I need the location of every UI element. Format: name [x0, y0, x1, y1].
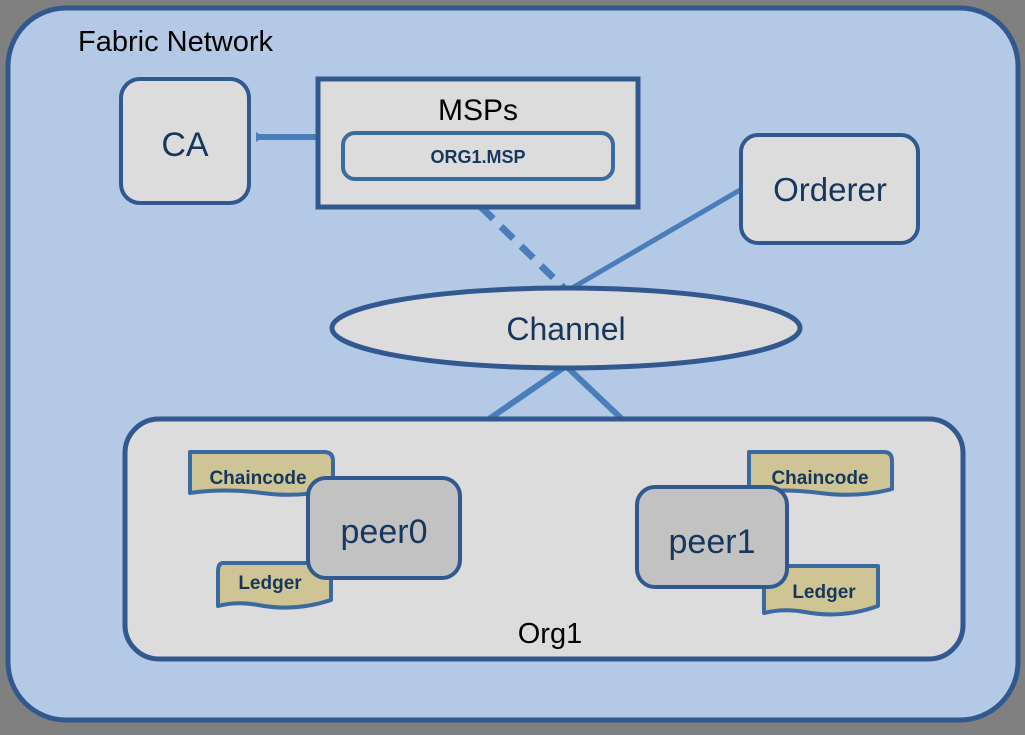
ca-node-label: CA — [161, 126, 209, 164]
peer1-chaincode-label: Chaincode — [771, 468, 868, 489]
peer0-label: peer0 — [341, 513, 428, 551]
peer1-label: peer1 — [669, 523, 756, 561]
msp-item-label: ORG1.MSP — [430, 147, 525, 167]
peer1-ledger-label: Ledger — [792, 582, 856, 603]
channel-label: Channel — [506, 311, 625, 347]
diagram-canvas: Fabric Network CA MSPs ORG1.MSP Orderer … — [0, 0, 1025, 735]
orderer-node[interactable]: Orderer — [739, 133, 920, 245]
orderer-node-label: Orderer — [773, 171, 887, 208]
fabric-network-diagram: Fabric Network CA MSPs ORG1.MSP Orderer … — [5, 5, 1021, 723]
msps-title: MSPs — [438, 94, 518, 127]
msps-container[interactable]: MSPs ORG1.MSP — [315, 76, 641, 210]
peer0-ledger-label: Ledger — [238, 573, 302, 594]
ca-node[interactable]: CA — [119, 77, 251, 205]
org1-label: Org1 — [518, 618, 582, 650]
fabric-network-title: Fabric Network — [78, 26, 273, 58]
msp-item-org1[interactable]: ORG1.MSP — [341, 131, 615, 181]
channel-node[interactable]: Channel — [329, 285, 803, 371]
peer0-chaincode-label: Chaincode — [209, 468, 306, 489]
org1-container[interactable]: Chaincode Ledger peer0 Chaincode Ledger … — [122, 416, 966, 662]
